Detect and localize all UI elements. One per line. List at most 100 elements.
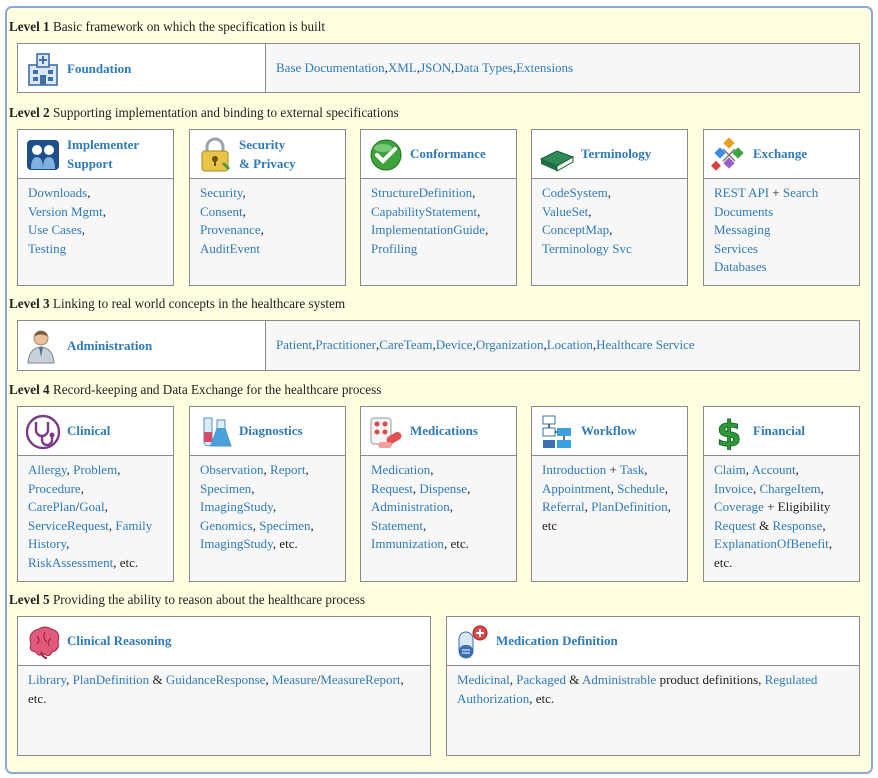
observation-link[interactable]: Observation xyxy=(200,462,264,477)
specimen-link[interactable]: Specimen xyxy=(259,518,310,533)
report-link[interactable]: Report xyxy=(270,462,305,477)
allergy-link[interactable]: Allergy xyxy=(28,462,67,477)
profiling-link[interactable]: Profiling xyxy=(371,241,417,256)
implementationguide-link[interactable]: ImplementationGuide xyxy=(371,222,485,237)
medication-link[interactable]: Medication xyxy=(371,462,430,477)
administration-link[interactable]: Administration xyxy=(371,499,450,514)
administrable-link[interactable]: Administrable xyxy=(582,672,656,687)
workflow-title[interactable]: Workflow xyxy=(581,421,637,440)
diagnostics-title[interactable]: Diagnostics xyxy=(239,421,303,440)
version-mgmt-link[interactable]: Version Mgmt xyxy=(28,204,103,219)
practitioner-link[interactable]: Practitioner xyxy=(315,336,376,355)
specimen-link[interactable]: Specimen xyxy=(200,481,251,496)
flask-icon xyxy=(203,417,232,447)
separator-text: product definitions, xyxy=(656,672,765,687)
exchange-title[interactable]: Exchange xyxy=(753,144,807,163)
organization-link[interactable]: Organization xyxy=(476,336,544,355)
request-link[interactable]: Request xyxy=(371,481,413,496)
foundation-module: Foundation Base Documentation, XML, JSON… xyxy=(17,43,860,93)
dispense-link[interactable]: Dispense xyxy=(419,481,467,496)
immunization-link[interactable]: Immunization xyxy=(371,536,444,551)
search-link[interactable]: Search xyxy=(783,185,818,200)
servicerequest-link[interactable]: ServiceRequest xyxy=(28,518,109,533)
device-link[interactable]: Device xyxy=(436,336,473,355)
task-link[interactable]: Task xyxy=(620,462,644,477)
conceptmap-link[interactable]: ConceptMap xyxy=(542,222,609,237)
statement-link[interactable]: Statement xyxy=(371,518,423,533)
pills-icon xyxy=(370,417,402,448)
testing-link[interactable]: Testing xyxy=(28,241,66,256)
plandefinition-link[interactable]: PlanDefinition xyxy=(591,499,668,514)
separator-text: , xyxy=(117,462,121,477)
medication-definition-title[interactable]: Medication Definition xyxy=(496,631,618,650)
rest-api-link[interactable]: REST API xyxy=(714,185,769,200)
valueset-link[interactable]: ValueSet xyxy=(542,204,588,219)
careplan-link[interactable]: CarePlan xyxy=(28,499,76,514)
messaging-link[interactable]: Messaging xyxy=(714,222,770,237)
foundation-title[interactable]: Foundation xyxy=(67,59,131,78)
measurereport-link[interactable]: MeasureReport xyxy=(320,672,400,687)
implementer-support-title[interactable]: Implementer Support xyxy=(67,135,139,173)
library-link[interactable]: Library xyxy=(28,672,66,687)
account-link[interactable]: Account xyxy=(752,462,796,477)
plandefinition-link[interactable]: PlanDefinition xyxy=(73,672,150,687)
data-types-link[interactable]: Data Types xyxy=(454,59,512,78)
terminology-svc-link[interactable]: Terminology Svc xyxy=(542,241,632,256)
security-and-privacy-title[interactable]: Security & Privacy xyxy=(239,135,296,173)
conformance-title[interactable]: Conformance xyxy=(410,144,486,163)
json-link[interactable]: JSON xyxy=(420,59,451,78)
provenance-link[interactable]: Provenance xyxy=(200,222,261,237)
extensions-link[interactable]: Extensions xyxy=(516,59,573,78)
documents-link[interactable]: Documents xyxy=(714,204,773,219)
financial-title[interactable]: Financial xyxy=(753,421,805,440)
referral-link[interactable]: Referral xyxy=(542,499,585,514)
clinical-reasoning-title[interactable]: Clinical Reasoning xyxy=(67,631,171,650)
separator-text: etc. xyxy=(28,690,47,706)
databases-link[interactable]: Databases xyxy=(714,259,767,274)
consent-link[interactable]: Consent xyxy=(200,204,243,219)
security-link[interactable]: Security xyxy=(200,185,242,200)
capabilitystatement-link[interactable]: CapabilityStatement xyxy=(371,204,477,219)
riskassessment-link[interactable]: RiskAssessment xyxy=(28,555,113,570)
medications-title[interactable]: Medications xyxy=(410,421,478,440)
coverage-link[interactable]: Coverage xyxy=(714,499,764,514)
xml-link[interactable]: XML xyxy=(388,59,417,78)
imagingstudy-link[interactable]: ImagingStudy xyxy=(200,499,273,514)
auditevent-link[interactable]: AuditEvent xyxy=(200,241,260,256)
problem-link[interactable]: Problem xyxy=(73,462,117,477)
services-link[interactable]: Services xyxy=(714,241,758,256)
claim-link[interactable]: Claim xyxy=(714,462,746,477)
base-documentation-link[interactable]: Base Documentation xyxy=(276,59,385,78)
administration-title[interactable]: Administration xyxy=(67,336,152,355)
clinical-title[interactable]: Clinical xyxy=(67,421,110,440)
codesystem-link[interactable]: CodeSystem xyxy=(542,185,608,200)
use-cases-link[interactable]: Use Cases xyxy=(28,222,82,237)
authorization-link[interactable]: Authorization xyxy=(457,691,529,706)
medicinal-link[interactable]: Medicinal xyxy=(457,672,510,687)
appointment-link[interactable]: Appointment xyxy=(542,481,611,496)
separator-text: , etc. xyxy=(113,554,139,570)
structuredefinition-link[interactable]: StructureDefinition xyxy=(371,185,472,200)
guidanceresponse-link[interactable]: GuidanceResponse xyxy=(166,672,266,687)
chargeitem-link[interactable]: ChargeItem xyxy=(759,481,820,496)
security-and-privacy-links: Security, Consent, Provenance, AuditEvent xyxy=(200,184,339,258)
location-link[interactable]: Location xyxy=(547,336,593,355)
procedure-link[interactable]: Procedure xyxy=(28,481,81,496)
invoice-link[interactable]: Invoice xyxy=(714,481,753,496)
measure-link[interactable]: Measure xyxy=(272,672,317,687)
patient-link[interactable]: Patient xyxy=(276,336,312,355)
terminology-title[interactable]: Terminology xyxy=(581,144,651,163)
goal-link[interactable]: Goal xyxy=(79,499,104,514)
schedule-link[interactable]: Schedule xyxy=(617,481,665,496)
genomics-link[interactable]: Genomics xyxy=(200,518,253,533)
packaged-link[interactable]: Packaged xyxy=(516,672,566,687)
explanationofbenefit-link[interactable]: ExplanationOfBenefit xyxy=(714,536,829,551)
regulated-link[interactable]: Regulated xyxy=(765,672,818,687)
careteam-link[interactable]: CareTeam xyxy=(379,336,432,355)
downloads-link[interactable]: Downloads xyxy=(28,185,87,200)
response-link[interactable]: Response xyxy=(773,518,823,533)
healthcare-service-link[interactable]: Healthcare Service xyxy=(596,336,695,355)
request-link[interactable]: Request xyxy=(714,518,756,533)
introduction-link[interactable]: Introduction xyxy=(542,462,606,477)
imagingstudy-link[interactable]: ImagingStudy xyxy=(200,536,273,551)
